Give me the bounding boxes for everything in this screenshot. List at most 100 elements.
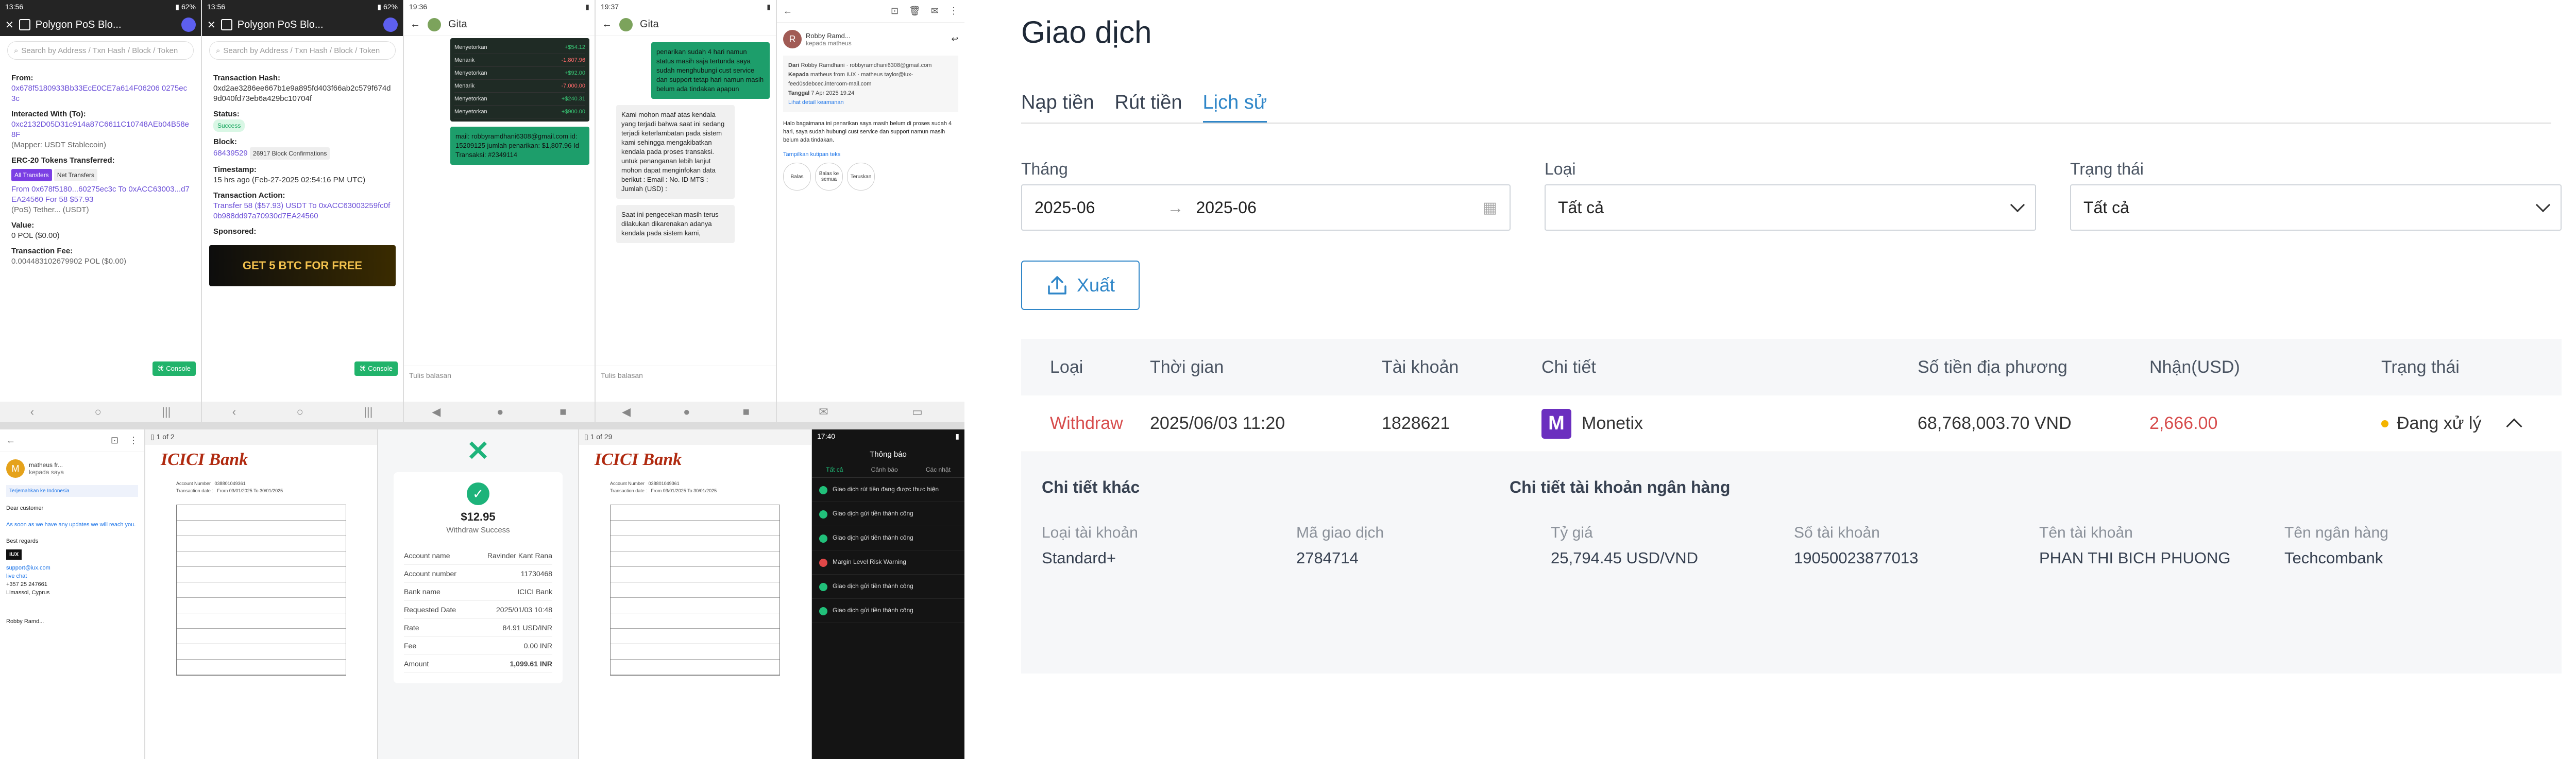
- screenshot-collage: 13:56 ▮ 62% ✕ Polygon PoS Blo... ⌕ Search …: [0, 0, 964, 759]
- history-amount: +$92.00: [564, 70, 585, 76]
- email-actions: Balas Balas ke semua Teruskan: [777, 158, 964, 196]
- mail-icon[interactable]: ✉: [931, 6, 939, 16]
- search-input[interactable]: ⌕ Search by Address / Txn Hash / Block / …: [7, 41, 194, 60]
- support-email-link[interactable]: support@iux.com: [6, 564, 138, 572]
- home-icon[interactable]: ●: [497, 405, 503, 419]
- row-status: Đang xử lý: [2381, 413, 2562, 435]
- phone: +357 25 247661: [6, 581, 47, 588]
- translate-bar[interactable]: Terjemahkan ke Indonesia: [6, 485, 138, 497]
- export-button[interactable]: Xuất: [1021, 261, 1140, 310]
- back-icon[interactable]: ◀: [622, 405, 631, 419]
- notification-item[interactable]: Giao dịch gửi tiền thành công: [812, 575, 964, 599]
- close-icon[interactable]: ✕: [5, 19, 14, 31]
- security-details-link[interactable]: Lihat detail keamanan: [788, 98, 953, 107]
- row-detail: M Monetix: [1541, 408, 1918, 439]
- received-message: Kami mohon maaf atas kendala yang terjad…: [616, 105, 735, 199]
- recents-icon[interactable]: |||: [162, 405, 171, 419]
- back-icon[interactable]: ◀: [432, 405, 440, 419]
- console-button[interactable]: ⌘ Console: [152, 361, 196, 376]
- home-icon[interactable]: ○: [94, 405, 101, 419]
- status-icon: [819, 583, 827, 591]
- back-arrow-icon[interactable]: ←: [6, 435, 15, 446]
- status-label: Status:: [213, 110, 240, 118]
- search-input[interactable]: ⌕ Search by Address / Txn Hash / Block / …: [209, 41, 396, 60]
- notification-item[interactable]: Margin Level Risk Warning: [812, 550, 964, 575]
- reply-input[interactable]: Tulis balasan: [596, 366, 776, 386]
- chevron-up-icon[interactable]: [2505, 418, 2522, 435]
- sponsored-ad[interactable]: GET 5 BTC FOR FREE: [209, 245, 396, 286]
- month-from[interactable]: 2025-06: [1035, 198, 1095, 217]
- recipient-line[interactable]: kepada matheus: [806, 40, 852, 47]
- pdf-toolbar: ▯ 1 of 29: [579, 429, 811, 445]
- tab-history[interactable]: Lịch sử: [1202, 92, 1267, 123]
- home-icon[interactable]: ●: [683, 405, 690, 419]
- recents-icon[interactable]: ■: [743, 405, 750, 419]
- account-type-value: Standard+: [1042, 549, 1116, 567]
- back-icon[interactable]: ‹: [30, 405, 34, 419]
- notification-item[interactable]: Giao dịch gửi tiền thành công: [812, 502, 964, 526]
- table-row[interactable]: Withdraw 2025/06/03 11:20 1828621 M Mone…: [1021, 395, 2562, 452]
- mail-tab-icon[interactable]: ✉: [819, 405, 828, 419]
- back-arrow-icon[interactable]: ←: [783, 6, 792, 16]
- notifications-title: Thông báo: [870, 450, 907, 459]
- search-icon: ⌕: [216, 46, 221, 55]
- tab-warnings[interactable]: Cảnh báo: [871, 466, 898, 473]
- polygon-scan-from-pane: 13:56 ▮ 62% ✕ Polygon PoS Blo... ⌕ Search …: [0, 0, 201, 422]
- recipient-line[interactable]: kepada saya: [29, 469, 64, 476]
- tab-net-transfers[interactable]: Net Transfers: [54, 169, 97, 181]
- back-icon[interactable]: ‹: [232, 405, 236, 419]
- tab-all[interactable]: Tất cả: [826, 466, 843, 473]
- status-select[interactable]: Tất cả: [2070, 184, 2562, 231]
- tab-withdraw[interactable]: Rút tiền: [1115, 92, 1182, 123]
- avatar[interactable]: [383, 18, 398, 32]
- close-icon[interactable]: ✕: [207, 19, 216, 31]
- type-select[interactable]: Tất cả: [1545, 184, 2036, 231]
- to-address-link[interactable]: 0xc2132D05D31c914a87C6611C10748AEb04B58e…: [11, 119, 190, 140]
- reply-input[interactable]: Tulis balasan: [404, 366, 595, 386]
- live-chat-link[interactable]: live chat: [6, 572, 138, 580]
- bank-name-value: Techcombank: [2284, 549, 2383, 567]
- avatar[interactable]: [181, 18, 196, 32]
- notification-item[interactable]: Giao dịch gửi tiền thành công: [812, 526, 964, 550]
- signature: Best regards: [6, 538, 39, 544]
- archive-icon[interactable]: ⊡: [891, 6, 899, 16]
- calendar-icon[interactable]: ▦: [1483, 199, 1497, 217]
- delete-icon[interactable]: 🗑: [909, 6, 921, 16]
- rate-value: 25,794.45 USD/VND: [1551, 549, 1699, 567]
- more-icon[interactable]: ⋮: [949, 6, 958, 16]
- forward-button[interactable]: Teruskan: [847, 163, 875, 191]
- reply-icon[interactable]: ↩: [952, 34, 958, 44]
- history-label: Menyetorkan: [454, 109, 487, 115]
- from-address-link[interactable]: 0x678f5180933Bb33EcE0CE7a614F06206 0275e…: [11, 83, 190, 104]
- back-arrow-icon[interactable]: ←: [410, 19, 420, 30]
- action-value[interactable]: Transfer 58 ($57.93) USDT To 0xACC630032…: [213, 201, 392, 221]
- type-filter-label: Loại: [1545, 160, 1576, 178]
- tab-deposit[interactable]: Nạp tiền: [1021, 92, 1094, 123]
- email-meta: Dari Robby Ramdhani · robbyramdhani6308@…: [783, 56, 958, 112]
- notification-item[interactable]: Giao dịch rút tiền đang được thực hiện: [812, 478, 964, 502]
- home-icon[interactable]: ○: [296, 405, 303, 419]
- more-icon[interactable]: ⋮: [129, 435, 138, 446]
- tab-other[interactable]: Các nhật: [926, 466, 951, 473]
- recents-icon[interactable]: |||: [364, 405, 372, 419]
- recents-icon[interactable]: ■: [560, 405, 566, 419]
- reply-button[interactable]: Balas: [783, 163, 811, 191]
- show-quoted-link[interactable]: Tampilkan kutipan teks: [777, 151, 964, 158]
- tab-all-transfers[interactable]: All Transfers: [11, 169, 52, 181]
- tabs-icon[interactable]: [19, 19, 30, 30]
- tabs-icon[interactable]: [221, 19, 232, 30]
- archive-icon[interactable]: ⊡: [111, 435, 118, 446]
- transaction-id-value: 2784714: [1296, 549, 1359, 567]
- back-arrow-icon[interactable]: ←: [602, 19, 612, 30]
- month-range-picker[interactable]: 2025-06 → 2025-06 ▦: [1021, 184, 1511, 231]
- transfer-line[interactable]: From 0x678f5180...60275ec3c To 0xACC6300…: [11, 184, 190, 205]
- row-local-amount: 68,768,003.70 VND: [1918, 413, 2072, 433]
- reply-all-button[interactable]: Balas ke semua: [815, 163, 843, 191]
- hash-label: Transaction Hash:: [213, 74, 281, 82]
- polygon-scan-hash-pane: 13:56 ▮ 62% ✕ Polygon PoS Blo... ⌕ Search …: [202, 0, 403, 422]
- block-link[interactable]: 68439529: [213, 149, 248, 158]
- notification-item[interactable]: Giao dịch gửi tiền thành công: [812, 599, 964, 623]
- console-button[interactable]: ⌘ Console: [354, 361, 398, 376]
- month-to[interactable]: 2025-06: [1196, 198, 1256, 217]
- meet-tab-icon[interactable]: ▭: [912, 405, 923, 419]
